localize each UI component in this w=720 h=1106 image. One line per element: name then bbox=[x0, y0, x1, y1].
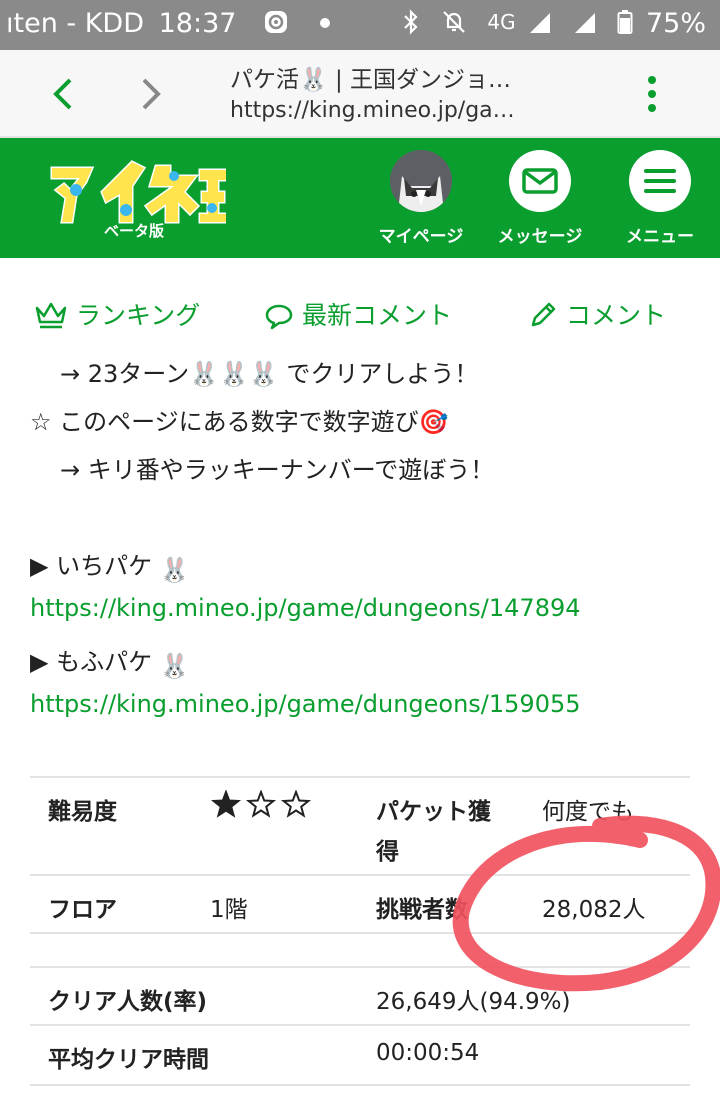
clear-count-value: 26,649人(94.9%) bbox=[376, 989, 571, 1015]
packet-label: パケット獲 得 bbox=[376, 792, 491, 872]
content-line-3: → キリ番やラッキーナンバーで遊ぼう！ bbox=[60, 456, 495, 484]
table-row: 平均クリア時間 00:00:54 bbox=[30, 1024, 690, 1086]
battery-percent: 75% bbox=[645, 8, 706, 39]
comment-label: コメント bbox=[566, 301, 667, 330]
packet-value: 何度でも bbox=[542, 799, 634, 825]
message-button[interactable]: メッセージ bbox=[485, 150, 595, 247]
mypage-label: マイページ bbox=[378, 227, 464, 247]
table-row: クリア人数(率) 26,649人(94.9%) bbox=[30, 966, 690, 1026]
star-empty-icon bbox=[280, 789, 312, 818]
ichi-paket-heading: ▶ いちパケ 🐰 bbox=[30, 546, 190, 584]
table-row: フロア 1階 挑戦者数 28,082人 bbox=[30, 874, 690, 934]
logo-beta-label: ベータ版 bbox=[104, 222, 165, 240]
avatar bbox=[390, 150, 452, 212]
latest-comment-link[interactable]: 最新コメント bbox=[264, 296, 452, 332]
mofu-paket-label: ▶ もふパケ bbox=[30, 648, 153, 676]
mute-bell-icon bbox=[443, 11, 465, 33]
battery-icon bbox=[617, 10, 633, 34]
star-rating bbox=[210, 789, 312, 818]
mofu-paket-link[interactable]: https://king.mineo.jp/game/dungeons/1590… bbox=[30, 690, 581, 718]
site-logo[interactable] bbox=[46, 156, 226, 228]
menu-label: メニュー bbox=[626, 227, 694, 247]
notification-dot-icon bbox=[319, 18, 330, 28]
site-header: ベータ版 マイページ メッセージ メニュー bbox=[0, 138, 720, 258]
ichi-paket-link[interactable]: https://king.mineo.jp/game/dungeons/1478… bbox=[30, 594, 581, 622]
comment-link[interactable]: コメント bbox=[528, 296, 666, 332]
post-content: → 23ターン🐰🐰🐰 でクリアしよう！ ☆ このページにある数字で数字遊び🎯 →… bbox=[0, 358, 720, 1106]
challengers-label: 挑戦者数 bbox=[376, 897, 468, 923]
avg-clear-time-value: 00:00:54 bbox=[376, 1040, 480, 1066]
forward-arrow-icon[interactable] bbox=[130, 74, 170, 114]
avg-clear-time-label: 平均クリア時間 bbox=[48, 1047, 209, 1073]
envelope-icon bbox=[522, 168, 558, 194]
difficulty-label: 難易度 bbox=[48, 799, 117, 825]
crown-icon bbox=[35, 302, 67, 329]
rabbit-icon: 🐰 bbox=[159, 556, 190, 584]
location-sync-icon bbox=[265, 11, 288, 33]
ranking-link[interactable]: ランキング bbox=[34, 296, 200, 332]
back-arrow-icon[interactable] bbox=[44, 74, 84, 114]
more-vert-icon[interactable] bbox=[640, 72, 664, 116]
cat-avatar-icon bbox=[390, 150, 452, 212]
table-spacer-row bbox=[30, 932, 690, 968]
difficulty-stars bbox=[210, 789, 320, 826]
sub-navigation: ランキング 最新コメント コメント bbox=[0, 258, 720, 358]
table-row: 難易度 パケット獲 得 何度でも bbox=[30, 776, 690, 876]
packet-label-line1: パケット獲 bbox=[376, 799, 491, 825]
star-filled-icon bbox=[210, 789, 242, 818]
carrier-text: ıten - KDD bbox=[6, 8, 145, 39]
hamburger-icon bbox=[644, 169, 676, 193]
challengers-value: 28,082人 bbox=[542, 897, 646, 923]
content-line-1: → 23ターン🐰🐰🐰 でクリアしよう！ bbox=[60, 360, 479, 388]
page-title[interactable]: パケ活🐰 | 王国ダンジョ… bbox=[230, 60, 511, 94]
menu-button[interactable]: メニュー bbox=[605, 150, 715, 247]
clear-count-label: クリア人数(率) bbox=[48, 989, 208, 1015]
floor-value: 1階 bbox=[210, 897, 248, 923]
speech-bubble-icon bbox=[265, 304, 293, 330]
bluetooth-icon bbox=[404, 9, 418, 35]
mypage-button[interactable]: マイページ bbox=[366, 150, 476, 247]
rabbit-icon: 🐰 bbox=[159, 652, 190, 680]
browser-toolbar: パケ活🐰 | 王国ダンジョ… https://king.mineo.jp/ga… bbox=[0, 50, 720, 138]
network-type: 4G bbox=[487, 10, 516, 34]
status-bar: ıten - KDD 18:37 4G 75% bbox=[0, 0, 720, 50]
mofu-paket-heading: ▶ もふパケ 🐰 bbox=[30, 642, 190, 680]
ranking-label: ランキング bbox=[76, 301, 201, 330]
star-empty-icon bbox=[245, 789, 277, 818]
latest-comment-label: 最新コメント bbox=[302, 301, 453, 330]
ichi-paket-label: ▶ いちパケ bbox=[30, 552, 153, 580]
content-line-2: ☆ このページにある数字で数字遊び🎯 bbox=[30, 408, 449, 436]
pencil-icon bbox=[531, 302, 556, 327]
floor-label: フロア bbox=[48, 897, 117, 923]
packet-label-line2: 得 bbox=[376, 839, 399, 865]
message-label: メッセージ bbox=[497, 227, 583, 247]
url-bar[interactable]: https://king.mineo.jp/ga… bbox=[230, 98, 515, 123]
signal-icon bbox=[530, 13, 551, 33]
clock-text: 18:37 bbox=[158, 8, 237, 39]
signal-icon-2 bbox=[574, 13, 595, 33]
